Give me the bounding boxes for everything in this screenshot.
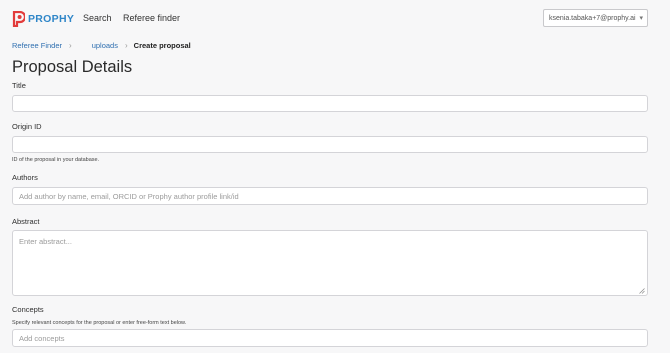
chevron-right-icon: ›: [124, 40, 128, 50]
concepts-placeholder: Add concepts: [19, 333, 65, 343]
origin-id-input[interactable]: [12, 136, 648, 153]
nav-search-link[interactable]: Search: [83, 13, 112, 23]
concepts-label: Concepts: [12, 305, 44, 314]
origin-id-label: Origin ID: [12, 122, 42, 131]
top-navbar: PROPHY Search Referee finder ksenia.taba…: [0, 0, 670, 38]
chevron-right-icon: ›: [69, 40, 72, 50]
user-email: ksenia.tabaka+7@prophy.ai: [549, 14, 636, 22]
concepts-help: Specify relevant concepts for the propos…: [12, 320, 187, 326]
breadcrumb-uploads[interactable]: uploads: [92, 41, 118, 50]
title-input[interactable]: [12, 95, 648, 112]
breadcrumb-referee-finder[interactable]: Referee Finder: [12, 41, 62, 50]
abstract-placeholder: Enter abstract...: [19, 237, 72, 246]
prophy-logo-icon: [12, 11, 25, 27]
resize-handle-icon[interactable]: [639, 287, 645, 294]
title-label: Title: [12, 81, 26, 90]
brand-name: PROPHY: [28, 13, 75, 25]
user-account-select[interactable]: ksenia.tabaka+7@prophy.ai ▾: [543, 9, 648, 27]
abstract-label: Abstract: [12, 217, 40, 226]
nav-referee-finder-link[interactable]: Referee finder: [123, 13, 180, 23]
breadcrumb: Referee Finder › uploads › Create propos…: [12, 40, 191, 50]
authors-input[interactable]: Add author by name, email, ORCID or Prop…: [12, 187, 648, 205]
authors-label: Authors: [12, 173, 38, 182]
abstract-textarea[interactable]: Enter abstract...: [12, 230, 648, 296]
brand-logo[interactable]: PROPHY: [12, 10, 74, 28]
concepts-input[interactable]: Add concepts: [12, 329, 648, 347]
breadcrumb-current: Create proposal: [133, 40, 191, 50]
chevron-down-icon: ▾: [639, 15, 644, 22]
origin-id-help: ID of the proposal in your database.: [12, 157, 100, 163]
page-title: Proposal Details: [12, 58, 133, 76]
authors-placeholder: Add author by name, email, ORCID or Prop…: [19, 191, 239, 201]
